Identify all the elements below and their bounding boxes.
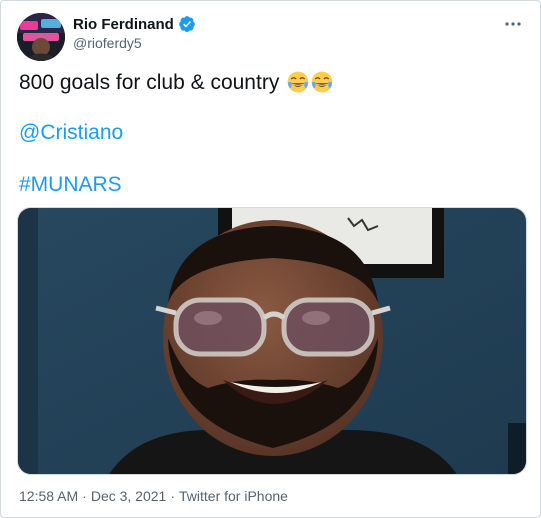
author-handle[interactable]: @rioferdy5 (73, 35, 142, 51)
profile-photo-icon (17, 13, 65, 61)
face-with-tears-of-joy-icon (287, 71, 309, 93)
tweet-time[interactable]: 12:58 AM (19, 488, 78, 504)
tweet-source[interactable]: Twitter for iPhone (179, 488, 288, 504)
tweet-date[interactable]: Dec 3, 2021 (91, 488, 167, 504)
tweet-card: Rio Ferdinand @rioferdy5 800 goals for c… (0, 0, 541, 518)
tweet-text-content: 800 goals for club & country (19, 71, 280, 94)
hashtag-link[interactable]: #MUNARS (19, 171, 122, 199)
smiling-man-sunglasses-icon (18, 208, 526, 474)
meta-separator: · (170, 488, 175, 504)
tweet-meta: 12:58 AM · Dec 3, 2021 · Twitter for iPh… (19, 488, 288, 504)
meta-separator: · (82, 488, 87, 504)
tweet-text: 800 goals for club & country (19, 69, 333, 97)
author-name-row[interactable]: Rio Ferdinand (73, 15, 196, 33)
more-options-icon (505, 22, 521, 26)
face-with-tears-of-joy-icon (311, 71, 333, 93)
more-options-button[interactable] (500, 11, 526, 37)
mention-link[interactable]: @Cristiano (19, 119, 123, 147)
author-avatar[interactable] (17, 13, 65, 61)
verified-badge-icon (178, 15, 196, 33)
tweet-media-video[interactable] (17, 207, 527, 475)
author-display-name[interactable]: Rio Ferdinand (73, 16, 174, 33)
